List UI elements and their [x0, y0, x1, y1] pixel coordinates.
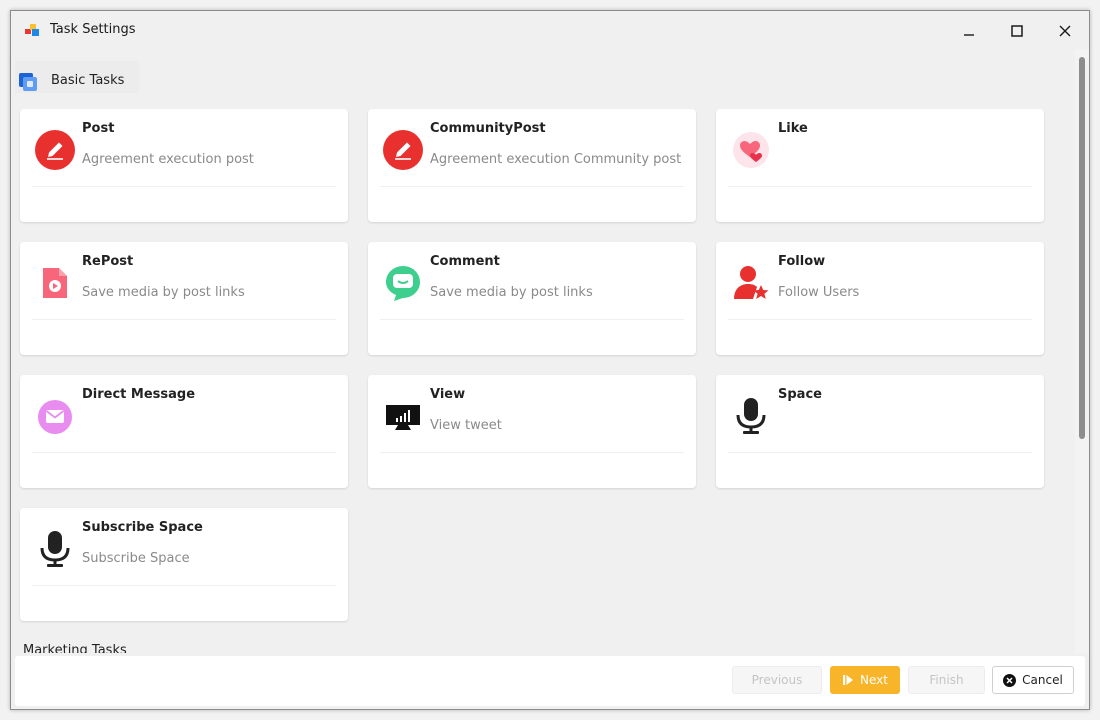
cancel-icon — [1003, 673, 1017, 687]
card-title: RePost — [82, 254, 134, 269]
card-divider — [728, 186, 1032, 187]
card-title: Subscribe Space — [82, 520, 203, 535]
task-card-comment[interactable]: Comment Save media by post links — [368, 242, 696, 355]
card-title: View — [430, 387, 466, 402]
edit-icon — [34, 129, 76, 171]
basic-tasks-section-header: Basic Tasks — [15, 61, 139, 93]
edit-icon — [382, 129, 424, 171]
previous-label: Previous — [751, 673, 803, 687]
title-bar: Task Settings — [11, 11, 1089, 49]
cancel-button[interactable]: Cancel — [992, 666, 1074, 694]
card-description: Follow Users — [778, 285, 860, 300]
task-card-direct-message[interactable]: Direct Message — [20, 375, 348, 488]
chat-bubble-icon — [382, 262, 424, 304]
card-divider — [380, 319, 684, 320]
card-description: Save media by post links — [430, 285, 593, 300]
finish-button[interactable]: Finish — [908, 666, 985, 694]
card-divider — [728, 319, 1032, 320]
card-divider — [32, 319, 336, 320]
task-card-post[interactable]: Post Agreement execution post — [20, 109, 348, 222]
next-label: Next — [860, 673, 888, 687]
close-button[interactable] — [1053, 19, 1077, 43]
task-card-like[interactable]: Like — [716, 109, 1044, 222]
card-divider — [32, 585, 336, 586]
card-description: View tweet — [430, 418, 502, 433]
minimize-icon — [964, 34, 974, 36]
hearts-icon — [730, 129, 772, 171]
previous-button[interactable]: Previous — [732, 666, 822, 694]
finish-label: Finish — [929, 673, 964, 687]
maximize-icon — [1011, 25, 1023, 37]
vertical-scrollbar[interactable] — [1075, 49, 1089, 653]
task-card-follow[interactable]: Follow Follow Users — [716, 242, 1044, 355]
card-title: CommunityPost — [430, 121, 546, 136]
task-settings-window: Task Settings Basic Tasks Post Agreement… — [10, 10, 1090, 710]
maximize-button[interactable] — [1005, 19, 1029, 43]
card-title: Like — [778, 121, 808, 136]
task-card-view[interactable]: View View tweet — [368, 375, 696, 488]
mail-icon — [34, 395, 76, 437]
basic-tasks-title: Basic Tasks — [51, 73, 125, 88]
cancel-label: Cancel — [1022, 673, 1063, 687]
task-list-area: Basic Tasks Post Agreement execution pos… — [11, 49, 1075, 653]
card-title: Direct Message — [82, 387, 196, 402]
wizard-footer: Previous Next Finish Cancel — [15, 656, 1085, 706]
close-icon — [1059, 25, 1071, 37]
card-divider — [32, 186, 336, 187]
task-card-repost[interactable]: RePost Save media by post links — [20, 242, 348, 355]
card-description: Agreement execution post — [82, 152, 254, 167]
monitor-chart-icon — [382, 395, 424, 437]
card-divider — [380, 186, 684, 187]
next-button[interactable]: Next — [830, 666, 900, 694]
basic-tasks-icon — [19, 73, 37, 91]
window-title: Task Settings — [50, 22, 136, 37]
card-divider — [380, 452, 684, 453]
task-card-communitypost[interactable]: CommunityPost Agreement execution Commun… — [368, 109, 696, 222]
card-title: Space — [778, 387, 822, 402]
card-title: Follow — [778, 254, 826, 269]
task-card-space[interactable]: Space — [716, 375, 1044, 488]
card-description: Save media by post links — [82, 285, 245, 300]
task-card-subscribe-space[interactable]: Subscribe Space Subscribe Space — [20, 508, 348, 621]
microphone-icon — [730, 395, 772, 437]
video-file-icon — [34, 262, 76, 304]
card-description: Subscribe Space — [82, 551, 190, 566]
card-divider — [728, 452, 1032, 453]
card-description: Agreement execution Community post — [430, 152, 682, 167]
card-title: Comment — [430, 254, 500, 269]
microphone-icon — [34, 528, 76, 570]
scrollbar-thumb[interactable] — [1079, 57, 1085, 439]
card-divider — [32, 452, 336, 453]
marketing-tasks-title: Marketing Tasks — [23, 643, 127, 653]
minimize-button[interactable] — [957, 19, 981, 43]
user-star-icon — [730, 262, 772, 304]
card-title: Post — [82, 121, 115, 136]
next-icon — [843, 675, 854, 685]
app-icon — [25, 24, 39, 36]
